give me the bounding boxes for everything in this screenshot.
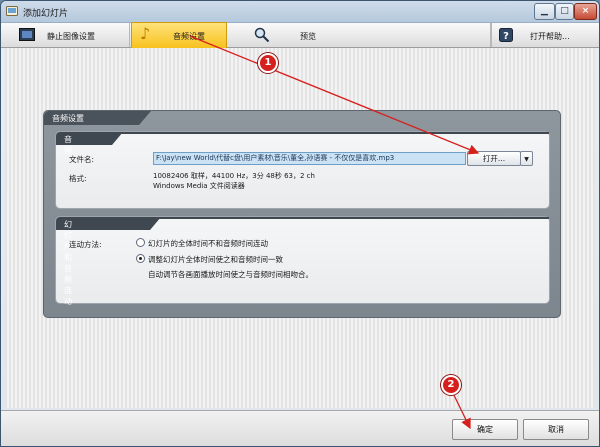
- sync-group: 幻灯片和音频连动: [55, 216, 550, 306]
- filename-label: 文件名:: [69, 155, 95, 164]
- tab-audio[interactable]: ♪ 音频设置: [131, 22, 227, 49]
- audio-settings-title: 音频设置: [52, 114, 84, 123]
- sync-group-title: 幻灯片和音频连动: [64, 220, 72, 306]
- help-icon: ?: [499, 28, 513, 42]
- callout-marker-2-label: 2: [447, 379, 455, 390]
- filename-field[interactable]: F:\Jay\new World\代替c盘\用户素材\音乐\董全,孙语赛 - 不…: [153, 152, 466, 165]
- open-dropdown-button[interactable]: ▼: [520, 151, 533, 166]
- format-reader: Windows Media 文件阅读器: [153, 182, 245, 190]
- dialog-footer: 确定 取消: [1, 410, 599, 446]
- music-note-icon: ♪: [140, 24, 151, 43]
- window-title: 添加幻灯片: [23, 9, 69, 19]
- audio-settings-header: 音频设置: [44, 111, 560, 127]
- title-bar: 添加幻灯片 ▁ □ ×: [1, 1, 599, 23]
- close-button[interactable]: ×: [574, 3, 597, 20]
- sync-option-fit-label[interactable]: 调整幻灯片全体时间使之和音频时间一致: [148, 254, 283, 265]
- maximize-button[interactable]: □: [555, 3, 574, 20]
- sync-option-unlinked-label[interactable]: 幻灯片的全体时间不和音频时间连动: [148, 238, 268, 249]
- sync-option-unlinked-radio[interactable]: [136, 238, 145, 247]
- callout-marker-2: 2: [441, 375, 461, 395]
- sync-group-rule: [150, 217, 549, 219]
- svg-text:?: ?: [503, 31, 509, 42]
- photo-frame-icon: [19, 28, 35, 41]
- callout-marker-1-label: 1: [264, 57, 272, 68]
- audio-group: 音频: [55, 131, 550, 209]
- close-icon: ×: [581, 6, 590, 16]
- sync-method-label: 连动方法:: [69, 240, 102, 249]
- callout-marker-1: 1: [258, 53, 278, 73]
- open-button[interactable]: 打开...: [467, 151, 521, 166]
- tab-preview[interactable]: 预览: [226, 23, 491, 47]
- audio-group-title: 音频: [64, 135, 72, 155]
- audio-group-rule: [112, 132, 549, 134]
- open-button-label: 打开...: [482, 154, 506, 163]
- cancel-button[interactable]: 取消: [523, 419, 589, 440]
- tab-still-image[interactable]: 静止图像设置: [1, 23, 130, 47]
- cancel-button-label: 取消: [548, 425, 564, 434]
- magnifier-icon: [254, 27, 270, 43]
- minimize-button[interactable]: ▁: [534, 3, 555, 20]
- maximize-icon: □: [560, 6, 569, 16]
- toolbar: 静止图像设置 ♪ 音频设置 预览 ? 打开帮助...: [1, 22, 599, 49]
- ok-button-label: 确定: [477, 425, 493, 434]
- tab-still-image-label: 静止图像设置: [47, 32, 95, 41]
- help-button-label: 打开帮助...: [530, 32, 570, 41]
- sync-option-fit-description: 自动调节各画面播放时间使之与音频时间相吻合。: [148, 270, 313, 279]
- chevron-down-icon: ▼: [524, 156, 529, 163]
- app-icon: [6, 6, 18, 16]
- minimize-icon: ▁: [541, 6, 548, 16]
- sync-option-fit-radio[interactable]: [136, 254, 145, 263]
- format-details: 10082406 取样，44100 Hz，3分 48秒 63，2 ch: [153, 172, 315, 180]
- audio-settings-tab-slant: [139, 111, 151, 125]
- ok-button[interactable]: 确定: [452, 419, 518, 440]
- add-slide-dialog: 添加幻灯片 ▁ □ × 静止图像设置 ♪ 音频设置 预览 ? 打开帮助... 音…: [0, 0, 600, 447]
- filename-value: F:\Jay\new World\代替c盘\用户素材\音乐\董全,孙语赛 - 不…: [156, 154, 395, 162]
- tab-audio-label: 音频设置: [173, 32, 205, 41]
- format-label: 格式:: [69, 174, 87, 183]
- help-button[interactable]: ? 打开帮助...: [491, 23, 599, 47]
- tab-preview-label: 预览: [300, 32, 316, 41]
